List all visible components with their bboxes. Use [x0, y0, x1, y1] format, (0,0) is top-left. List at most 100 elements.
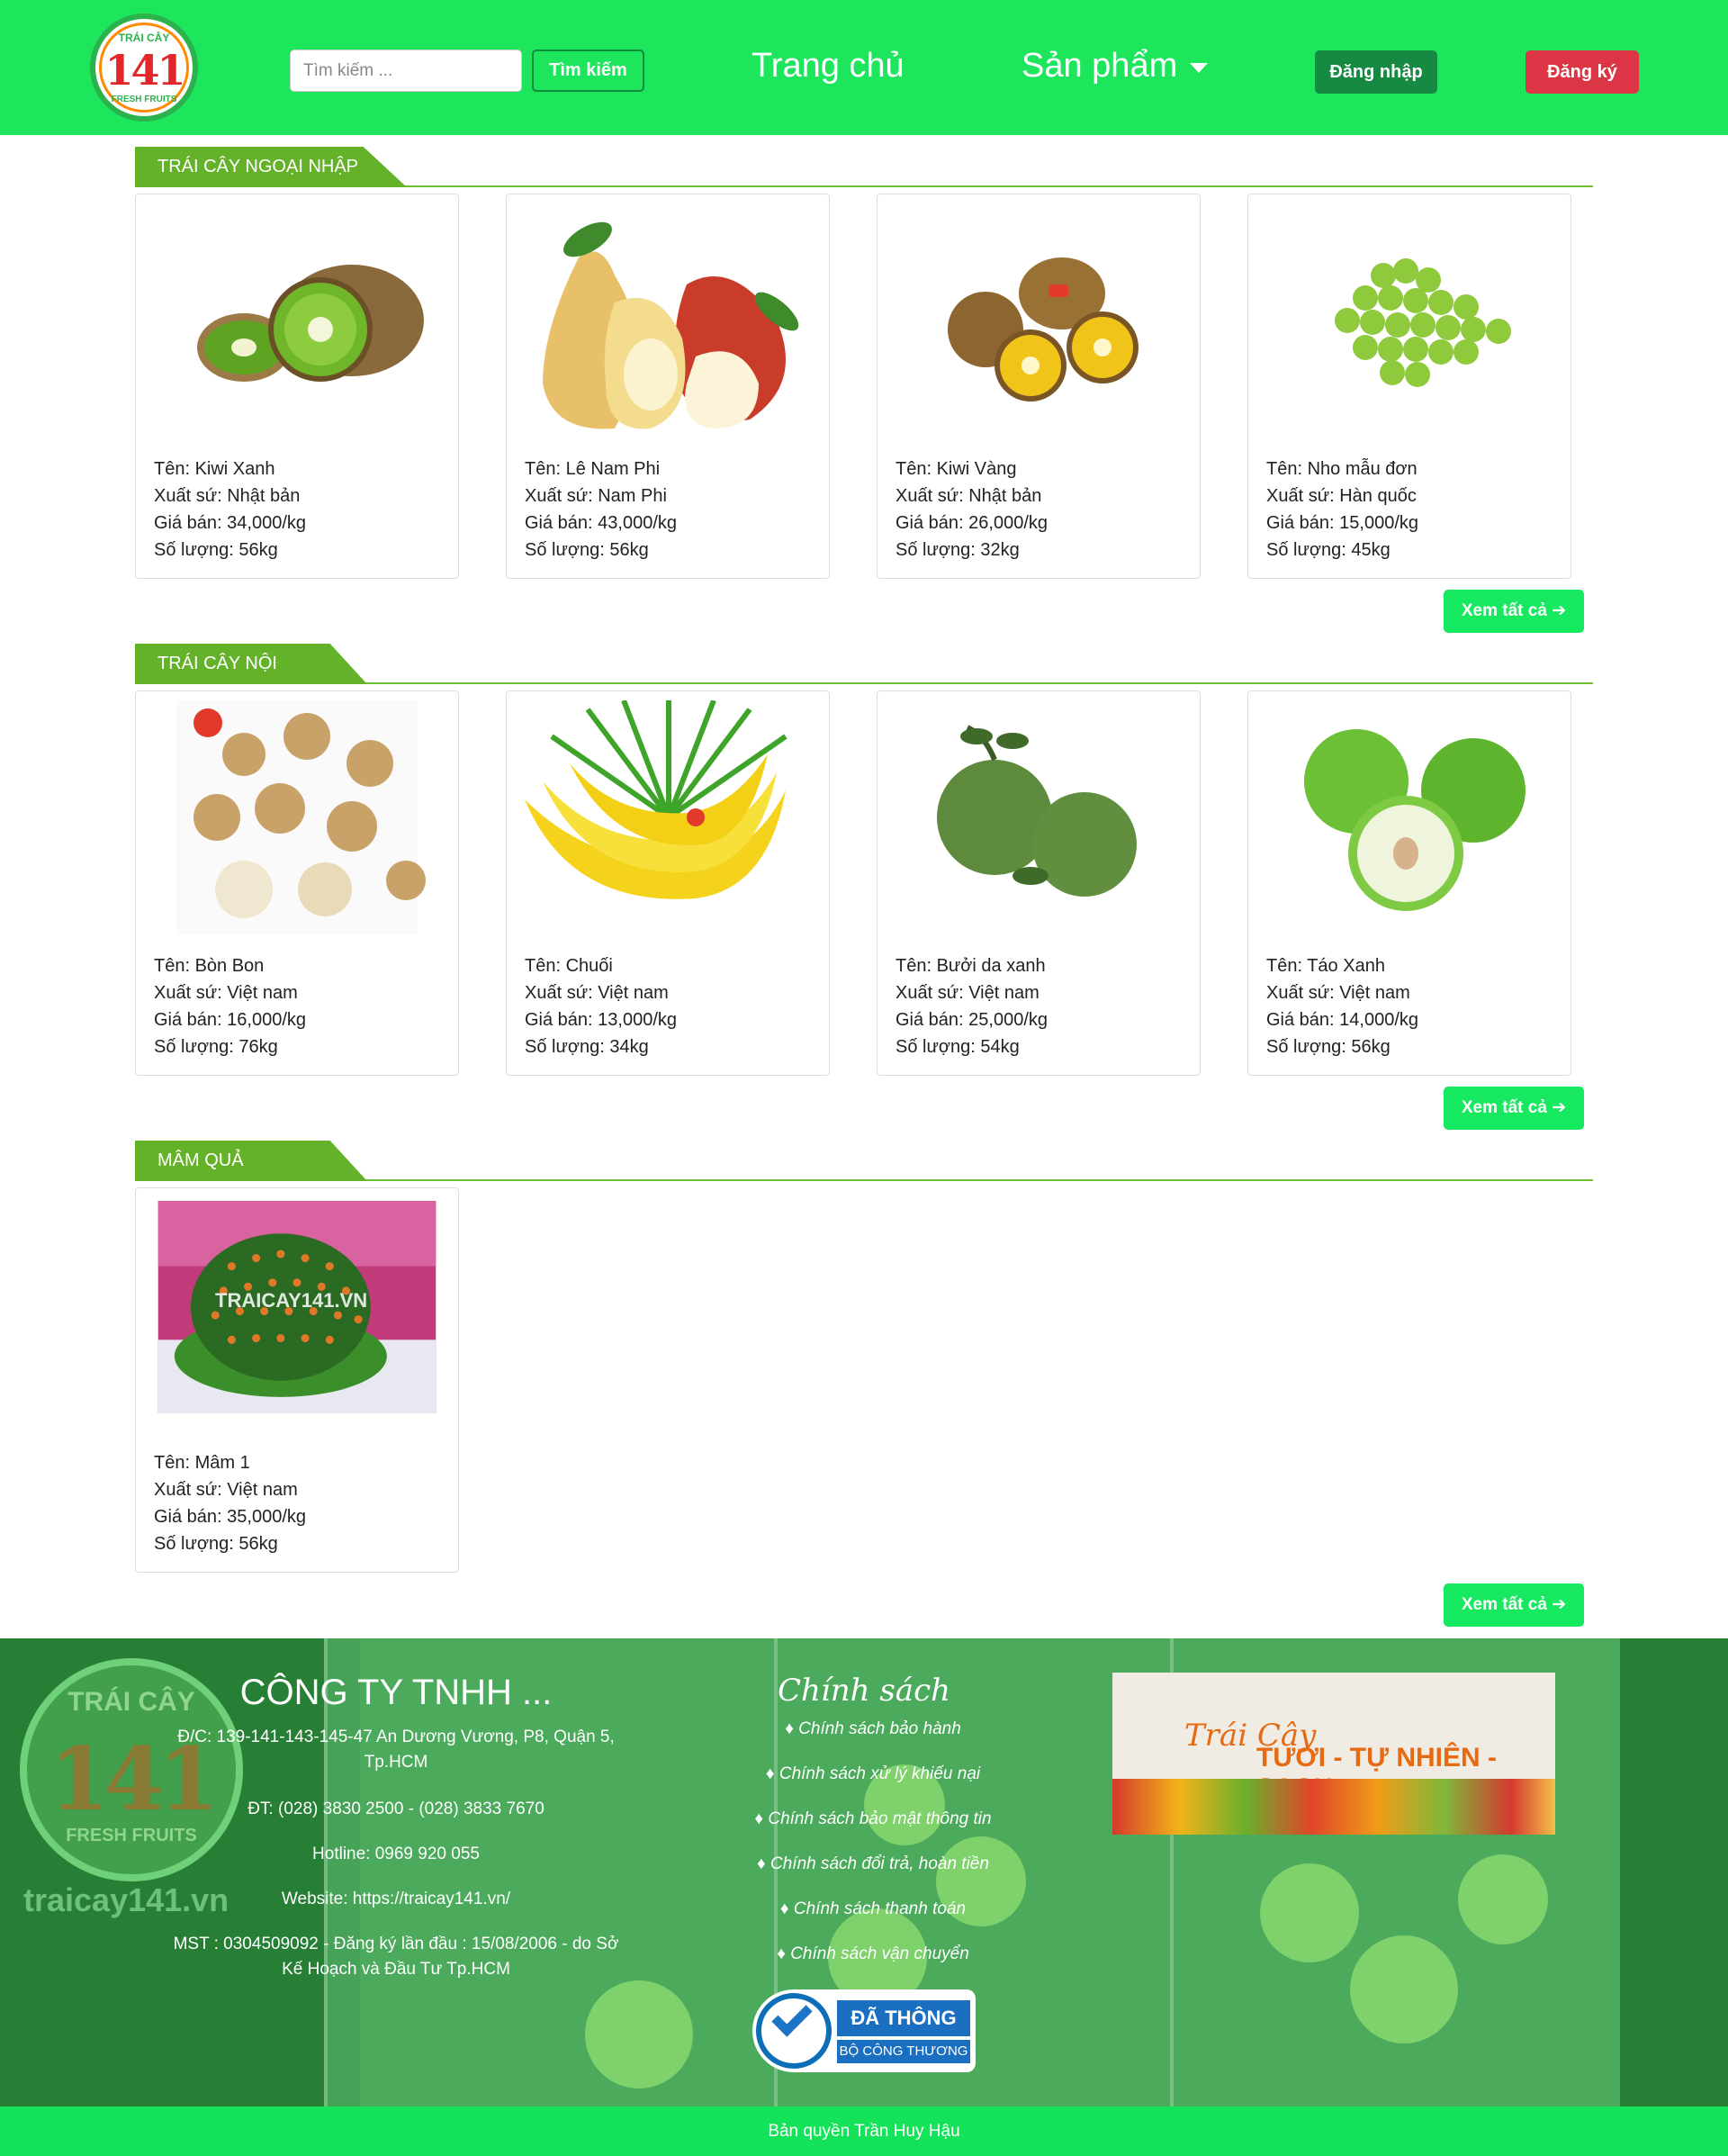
product-card[interactable]: Tên: Bưởi da xanh Xuất sứ: Việt nam Giá … — [877, 690, 1201, 1076]
product-quantity: Số lượng: 54kg — [896, 1037, 1020, 1057]
badge-line1: ĐÃ THÔNG BÁO — [837, 2000, 970, 2065]
product-name: Tên: Lê Nam Phi — [525, 459, 661, 479]
logo-number: 141 — [104, 46, 185, 95]
see-all-button[interactable]: Xem tất cả ➔ — [1444, 1583, 1584, 1627]
product-price: Giá bán: 13,000/kg — [525, 1010, 678, 1030]
section-title: TRÁI CÂY NGOẠI NHẬP — [135, 147, 407, 187]
product-price: Giá bán: 15,000/kg — [1266, 513, 1419, 533]
product-image-kiwi-green — [197, 265, 424, 382]
image-watermark: TRAICAY141.VN — [215, 1289, 368, 1312]
search-input[interactable] — [290, 50, 522, 92]
product-name: Tên: Kiwi Vàng — [896, 459, 1017, 479]
footer-policy-title: Chính sách — [777, 1673, 951, 1709]
product-info: Tên: Nho mẫu đơn Xuất sứ: Hàn quốc Giá b… — [1266, 456, 1418, 564]
footer-promo-banner: Trái Cây TƯƠI - TỰ NHIÊN - SẠCH — [1112, 1673, 1555, 1835]
product-image-pear — [543, 221, 799, 429]
logo-bottom-text: FRESH FRUITS — [111, 95, 177, 104]
footer-phone: ĐT: (028) 3830 2500 - (028) 3833 7670 — [248, 1800, 544, 1818]
product-image-grapes — [1335, 258, 1511, 387]
footer-policy-link[interactable]: ♦ Chính sách bảo hành — [702, 1719, 1044, 1739]
footer-bg-plank — [1620, 1638, 1728, 2106]
product-origin: Xuất sứ: Nhật bản — [896, 486, 1042, 506]
footer-website[interactable]: Website: https://traicay141.vn/ — [171, 1887, 621, 1912]
product-info: Tên: Lê Nam Phi Xuất sứ: Nam Phi Giá bán… — [525, 456, 677, 564]
product-info: Tên: Kiwi Vàng Xuất sứ: Nhật bản Giá bán… — [896, 456, 1048, 564]
site-logo[interactable]: TRÁI CÂY 141 FRESH FRUITS — [90, 14, 198, 122]
product-name: Tên: Kiwi Xanh — [154, 459, 275, 479]
product-price: Giá bán: 14,000/kg — [1266, 1010, 1419, 1030]
product-card[interactable]: Tên: Táo Xanh Xuất sứ: Việt nam Giá bán:… — [1247, 690, 1571, 1076]
ministry-registration-badge[interactable]: ĐÃ THÔNG BÁO BỘ CÔNG THƯƠNG — [752, 1989, 976, 2072]
section-header-imported: TRÁI CÂY NGOẠI NHẬP — [135, 147, 1593, 187]
product-price: Giá bán: 35,000/kg — [154, 1507, 307, 1527]
footer-bg-grape — [1350, 1935, 1458, 2043]
footer-policy-link[interactable]: ♦ Chính sách vận chuyển — [702, 1944, 1044, 1964]
product-card[interactable]: Tên: Chuối Xuất sứ: Việt nam Giá bán: 13… — [506, 690, 830, 1076]
product-quantity: Số lượng: 56kg — [154, 540, 278, 560]
product-name: Tên: Táo Xanh — [1266, 956, 1385, 976]
product-image-kiwi-gold — [948, 257, 1138, 401]
product-quantity: Số lượng: 76kg — [154, 1037, 278, 1057]
section-title: TRÁI CÂY NỘI — [135, 644, 367, 684]
product-name: Tên: Bưởi da xanh — [896, 956, 1046, 976]
product-price: Giá bán: 34,000/kg — [154, 513, 307, 533]
chevron-down-icon[interactable] — [1190, 63, 1208, 73]
footer-policy-link[interactable]: ♦ Chính sách đổi trả, hoàn tiền — [702, 1854, 1044, 1874]
footer-policy-link[interactable]: ♦ Chính sách thanh toán — [702, 1899, 1044, 1919]
product-price: Giá bán: 16,000/kg — [154, 1010, 307, 1030]
product-quantity: Số lượng: 56kg — [525, 540, 649, 560]
login-button[interactable]: Đăng nhập — [1315, 50, 1437, 94]
nav-products-dropdown[interactable]: Sản phẩm — [1022, 47, 1177, 86]
footer-policy-link[interactable]: ♦ Chính sách bảo mật thông tin — [702, 1809, 1044, 1829]
footer-address: Đ/C: 139-141-143-145-47 An Dương Vương, … — [177, 1728, 615, 1772]
register-button[interactable]: Đăng ký — [1526, 50, 1639, 94]
logo-top-text: TRÁI CÂY — [118, 32, 170, 44]
product-info: Tên: Táo Xanh Xuất sứ: Việt nam Giá bán:… — [1266, 952, 1418, 1060]
product-price: Giá bán: 43,000/kg — [525, 513, 678, 533]
product-quantity: Số lượng: 56kg — [154, 1534, 278, 1554]
product-info: Tên: Chuối Xuất sứ: Việt nam Giá bán: 13… — [525, 952, 677, 1060]
footer-hotline: Hotline: 0969 920 055 — [312, 1845, 480, 1863]
product-origin: Xuất sứ: Nam Phi — [525, 486, 667, 506]
product-origin: Xuất sứ: Nhật bản — [154, 486, 301, 506]
banner-fruit-strip — [1112, 1779, 1555, 1835]
product-info: Tên: Mâm 1 Xuất sứ: Việt nam Giá bán: 35… — [154, 1449, 306, 1557]
product-origin: Xuất sứ: Việt nam — [1266, 983, 1410, 1003]
badge-line2: BỘ CÔNG THƯƠNG — [837, 2040, 970, 2063]
product-origin: Xuất sứ: Việt nam — [525, 983, 669, 1003]
product-origin: Xuất sứ: Hàn quốc — [1266, 486, 1417, 506]
site-footer: TRÁI CÂY 141 FRESH FRUITS traicay141.vn … — [0, 1638, 1728, 2106]
see-all-button[interactable]: Xem tất cả ➔ — [1444, 1087, 1584, 1130]
product-card[interactable]: Tên: Nho mẫu đơn Xuất sứ: Hàn quốc Giá b… — [1247, 194, 1571, 579]
section-title: MÂM QUẢ — [135, 1141, 367, 1181]
product-card[interactable]: Tên: Kiwi Xanh Xuất sứ: Nhật bản Giá bán… — [135, 194, 459, 579]
product-image-pomelo — [937, 725, 1137, 897]
product-card[interactable]: Tên: Kiwi Vàng Xuất sứ: Nhật bản Giá bán… — [877, 194, 1201, 579]
see-all-button[interactable]: Xem tất cả ➔ — [1444, 590, 1584, 633]
product-origin: Xuất sứ: Việt nam — [896, 983, 1040, 1003]
product-name: Tên: Bòn Bon — [154, 956, 265, 976]
product-price: Giá bán: 25,000/kg — [896, 1010, 1048, 1030]
product-card[interactable]: Tên: Bòn Bon Xuất sứ: Việt nam Giá bán: … — [135, 690, 459, 1076]
product-card[interactable]: Tên: Lê Nam Phi Xuất sứ: Nam Phi Giá bán… — [506, 194, 830, 579]
product-quantity: Số lượng: 56kg — [1266, 1037, 1390, 1057]
footer-tax-info: MST : 0304509092 - Đăng ký lần đầu : 15/… — [173, 1935, 619, 1979]
footer-policy-link[interactable]: ♦ Chính sách xử lý khiếu nại — [702, 1764, 1044, 1784]
footer-bg-grape — [585, 1980, 693, 2088]
product-quantity: Số lượng: 34kg — [525, 1037, 649, 1057]
copyright-bar: Bản quyền Trần Huy Hậu — [0, 2106, 1728, 2156]
product-origin: Xuất sứ: Việt nam — [154, 983, 298, 1003]
product-image-banana — [525, 700, 788, 899]
product-card[interactable]: TRAICAY141.VN Tên: Mâm 1 Xuất sứ: Việt n… — [135, 1187, 459, 1573]
product-info: Tên: Bòn Bon Xuất sứ: Việt nam Giá bán: … — [154, 952, 306, 1060]
footer-bg-grape — [1458, 1854, 1548, 1944]
section-header-fruit-trays: MÂM QUẢ — [135, 1141, 1593, 1181]
nav-home-link[interactable]: Trang chủ — [752, 47, 904, 86]
product-quantity: Số lượng: 32kg — [896, 540, 1020, 560]
product-image-longan — [176, 700, 426, 934]
product-origin: Xuất sứ: Việt nam — [154, 1480, 298, 1500]
footer-bg-grape — [1260, 1863, 1359, 1962]
search-button[interactable]: Tìm kiếm — [532, 50, 644, 92]
product-name: Tên: Mâm 1 — [154, 1453, 250, 1473]
product-image-green-apple — [1304, 729, 1526, 911]
